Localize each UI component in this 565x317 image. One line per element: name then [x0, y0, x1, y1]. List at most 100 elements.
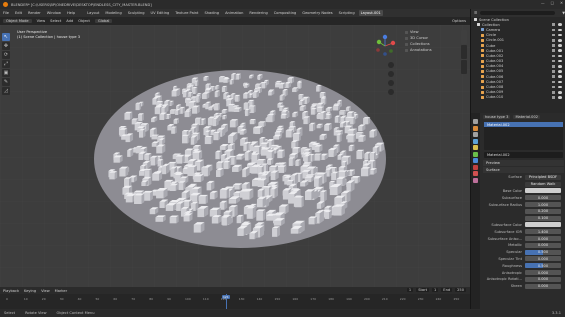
end-frame-field[interactable]: 250 — [455, 288, 466, 292]
render-toggle-icon[interactable] — [552, 39, 555, 42]
world-properties-tab-icon[interactable] — [473, 151, 478, 157]
current-frame-field[interactable]: 1 — [406, 288, 414, 292]
viewport-menu-view[interactable]: View — [37, 19, 46, 23]
render-toggle-icon[interactable] — [552, 80, 555, 84]
color-swatch[interactable] — [525, 188, 561, 194]
tab-animation[interactable]: Animation — [223, 10, 245, 16]
number-field[interactable]: 1.400 — [525, 229, 561, 235]
surface-shader-dropdown[interactable]: Principled BSDF — [525, 174, 561, 180]
material-name-field[interactable]: Material.002 — [484, 152, 563, 158]
scene-canvas[interactable] — [0, 25, 470, 287]
tab-view[interactable] — [461, 60, 467, 74]
pan-icon[interactable] — [388, 71, 394, 77]
tab-layout-001[interactable]: Layout.001 — [358, 10, 383, 16]
material-slot[interactable]: Material.002 — [484, 122, 563, 127]
tab-sculpting[interactable]: Sculpting — [126, 10, 147, 16]
number-field[interactable]: 0.100 — [525, 215, 561, 221]
render-toggle-icon[interactable] — [552, 59, 555, 63]
visibility-eye-icon[interactable] — [558, 96, 562, 99]
tab-rendering[interactable]: Rendering — [247, 10, 269, 16]
render-toggle-icon[interactable] — [552, 44, 555, 47]
minimize-button[interactable]: — — [541, 1, 545, 5]
tab-geometry-nodes[interactable]: Geometry Nodes — [300, 10, 334, 16]
visibility-eye-icon[interactable] — [558, 23, 562, 27]
timeline-menu-marker[interactable]: Marker — [55, 289, 67, 293]
visibility-eye-icon[interactable] — [558, 39, 562, 42]
tab-layout[interactable]: Layout — [85, 10, 101, 16]
zoom-icon[interactable] — [388, 62, 394, 68]
surface-section[interactable]: Surface — [483, 167, 564, 173]
visibility-eye-icon[interactable] — [558, 80, 562, 84]
render-toggle-icon[interactable] — [552, 28, 555, 32]
start-frame-field[interactable]: 1 — [432, 288, 439, 292]
tab-uv-editing[interactable]: UV Editing — [149, 10, 172, 16]
viewport-menu-add[interactable]: Add — [66, 19, 73, 23]
number-field[interactable]: 1.000 — [525, 202, 561, 208]
scale-tool-icon[interactable]: ⤢ — [2, 60, 10, 68]
timeline-menu-view[interactable]: View — [41, 289, 50, 293]
menu-render[interactable]: Render — [28, 11, 41, 15]
render-toggle-icon[interactable] — [552, 85, 555, 89]
tab-modeling[interactable]: Modeling — [103, 10, 123, 16]
number-field[interactable]: 0.000 — [525, 242, 561, 248]
render-toggle-icon[interactable] — [552, 49, 555, 53]
render-toggle-icon[interactable] — [552, 70, 555, 73]
visibility-eye-icon[interactable] — [558, 90, 562, 94]
visibility-eye-icon[interactable] — [558, 85, 562, 89]
viewport-menu-select[interactable]: Select — [50, 19, 61, 23]
number-field[interactable]: 0.500 — [525, 249, 561, 255]
preview-section[interactable]: Preview — [483, 160, 564, 166]
visibility-eye-icon[interactable] — [558, 70, 562, 73]
render-toggle-icon[interactable] — [552, 75, 555, 78]
render-properties-tab-icon[interactable] — [473, 125, 478, 131]
render-toggle-icon[interactable] — [552, 64, 555, 68]
render-toggle-icon[interactable] — [552, 54, 555, 58]
number-field[interactable]: 0.000 — [525, 236, 561, 242]
visibility-eye-icon[interactable] — [558, 64, 562, 68]
annotate-tool-icon[interactable]: ✎ — [2, 78, 10, 86]
transform-orientation-dropdown[interactable]: Global — [94, 19, 113, 23]
view-layer-properties-tab-icon[interactable] — [473, 138, 478, 144]
output-properties-tab-icon[interactable] — [473, 132, 478, 137]
tool-properties-tab-icon[interactable] — [473, 119, 478, 124]
rotate-tool-icon[interactable]: ⟳ — [2, 51, 10, 59]
menu-window[interactable]: Window — [47, 11, 61, 15]
number-field[interactable]: 0.000 — [525, 276, 561, 282]
move-tool-icon[interactable]: ✥ — [2, 42, 10, 50]
number-field[interactable]: 0.000 — [525, 283, 561, 289]
physics-properties-tab-icon[interactable] — [473, 171, 478, 176]
transform-tool-icon[interactable]: ▣ — [2, 69, 10, 77]
render-toggle-icon[interactable] — [552, 90, 555, 94]
tab-shading[interactable]: Shading — [202, 10, 221, 16]
render-toggle-icon[interactable] — [552, 23, 555, 27]
panel-view[interactable]: View — [405, 30, 432, 34]
select-tool-icon[interactable]: ↖ — [2, 33, 10, 41]
number-field[interactable]: 0.500 — [525, 263, 561, 269]
visibility-eye-icon[interactable] — [558, 54, 562, 58]
menu-edit[interactable]: Edit — [15, 11, 22, 15]
perspective-toggle-icon[interactable] — [388, 89, 394, 95]
object-properties-tab-icon[interactable] — [473, 158, 478, 163]
number-field[interactable]: 0.200 — [525, 208, 561, 214]
camera-view-icon[interactable] — [388, 80, 394, 86]
visibility-eye-icon[interactable] — [558, 75, 562, 78]
timeline-ruler[interactable]: 121 0 10 20 30 40 50 60 70 80 90 100 110 120 130 140 15… — [0, 294, 470, 309]
object-mode-dropdown[interactable]: Object Mode — [3, 19, 32, 23]
tab-scripting[interactable]: Scripting — [337, 10, 357, 16]
render-toggle-icon[interactable] — [552, 96, 555, 99]
panel-collections[interactable]: Collections — [405, 42, 432, 46]
display-mode-icon[interactable]: ☰ — [474, 11, 477, 15]
number-field[interactable]: 0.000 — [525, 195, 561, 201]
subsurface-method-dropdown[interactable]: Random Walk — [525, 181, 561, 187]
options-dropdown[interactable]: Options — [452, 19, 466, 23]
3d-viewport[interactable] — [0, 25, 470, 287]
tab-texture-paint[interactable]: Texture Paint — [173, 10, 200, 16]
visibility-eye-icon[interactable] — [558, 28, 562, 32]
menu-help[interactable]: Help — [67, 11, 75, 15]
scene-properties-tab-icon[interactable] — [473, 145, 478, 150]
menu-file[interactable]: File — [3, 11, 9, 15]
material-slot-list[interactable]: Material.002 — [484, 122, 563, 150]
visibility-eye-icon[interactable] — [558, 59, 562, 63]
tab-item[interactable] — [461, 30, 467, 44]
modifier-properties-tab-icon[interactable] — [473, 164, 478, 170]
